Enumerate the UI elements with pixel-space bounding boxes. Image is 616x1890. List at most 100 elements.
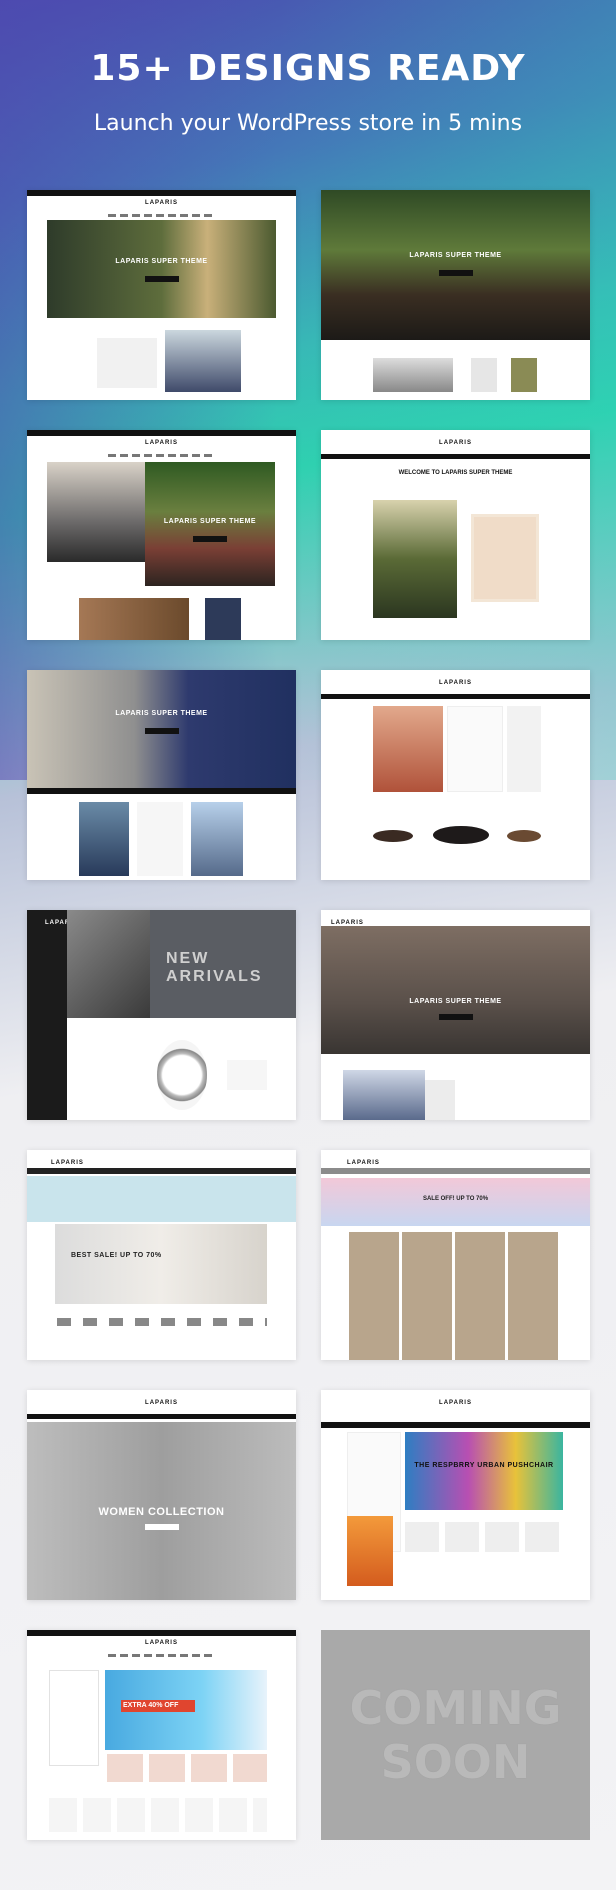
card-hero: LAPARIS SUPER THEME bbox=[27, 670, 296, 788]
design-card-1[interactable]: LAPARIS LAPARIS SUPER THEME bbox=[27, 190, 296, 400]
card-hero: BEST SALE! UP TO 70% bbox=[55, 1224, 267, 1304]
card-image bbox=[79, 802, 129, 876]
card-logo: LAPARIS bbox=[439, 1400, 472, 1406]
card-hero-text: BEST SALE! UP TO 70% bbox=[71, 1252, 162, 1259]
card-hero-text: WELCOME TO LAPARIS SUPER THEME bbox=[398, 470, 513, 476]
card-hero: LAPARIS SUPER THEME bbox=[321, 190, 590, 340]
card-image bbox=[205, 598, 241, 640]
design-card-2[interactable]: LAPARIS SUPER THEME bbox=[321, 190, 590, 400]
card-image bbox=[165, 330, 241, 392]
design-card-4[interactable]: LAPARIS WELCOME TO LAPARIS SUPER THEME bbox=[321, 430, 590, 640]
card-menu-bar bbox=[27, 788, 296, 794]
card-hero-button bbox=[144, 1524, 179, 1530]
card-promo bbox=[347, 1516, 393, 1586]
sunglasses-icon bbox=[433, 826, 489, 844]
card-image bbox=[471, 358, 497, 392]
card-hero-button bbox=[438, 270, 473, 276]
card-hero-button bbox=[144, 276, 179, 282]
card-menu bbox=[107, 454, 216, 457]
card-logo: LAPARIS bbox=[145, 440, 178, 446]
card-hero-text: NEW ARRIVALS bbox=[166, 950, 263, 985]
card-banner bbox=[27, 1176, 296, 1222]
card-hero-text: LAPARIS SUPER THEME bbox=[409, 252, 502, 259]
card-hero: LAPARIS SUPER THEME bbox=[321, 926, 590, 1054]
card-promo bbox=[97, 338, 157, 388]
card-promo bbox=[471, 514, 539, 602]
card-image bbox=[373, 706, 443, 792]
card-menu bbox=[107, 214, 216, 217]
card-topbar bbox=[27, 1168, 296, 1174]
design-card-7[interactable]: LAPARIS NEW ARRIVALS bbox=[27, 910, 296, 1120]
card-image bbox=[425, 1080, 455, 1120]
card-hero: EXTRA 40% OFF bbox=[105, 1670, 267, 1750]
card-sidebar bbox=[27, 910, 67, 1120]
card-topbar bbox=[27, 430, 296, 436]
card-hero: WOMEN COLLECTION bbox=[27, 1422, 296, 1600]
card-logo: LAPARIS bbox=[145, 1400, 178, 1406]
card-topbar bbox=[27, 1630, 296, 1636]
card-image bbox=[343, 1070, 425, 1120]
design-card-9[interactable]: LAPARIS BEST SALE! UP TO 70% bbox=[27, 1150, 296, 1360]
watch-icon bbox=[157, 1040, 207, 1110]
coming-soon-line-2: SOON bbox=[380, 1735, 531, 1789]
card-image bbox=[79, 598, 189, 640]
card-categories bbox=[137, 802, 183, 876]
page-title: 15+ DESIGNS READY bbox=[90, 48, 526, 89]
card-menu-bar bbox=[27, 1414, 296, 1419]
card-hero-text: EXTRA 40% OFF bbox=[123, 1702, 179, 1709]
design-card-11[interactable]: LAPARIS WOMEN COLLECTION bbox=[27, 1390, 296, 1600]
card-hero-button bbox=[438, 1014, 473, 1020]
card-hero-text: THE RESPBRRY URBAN PUSHCHAIR bbox=[414, 1462, 554, 1469]
design-card-12[interactable]: LAPARIS THE RESPBRRY URBAN PUSHCHAIR bbox=[321, 1390, 590, 1600]
card-logo: LAPARIS bbox=[439, 440, 472, 446]
card-image bbox=[47, 462, 157, 562]
header: 15+ DESIGNS READY Launch your WordPress … bbox=[0, 48, 616, 136]
card-hero-button bbox=[144, 728, 179, 734]
sunglasses-icon bbox=[507, 830, 541, 842]
card-menu-bar bbox=[321, 694, 590, 699]
card-menu-bar bbox=[321, 1168, 590, 1174]
card-menu-bar bbox=[321, 454, 590, 459]
coming-soon-line-1: COMING bbox=[349, 1681, 562, 1735]
card-banner: SALE OFF! UP TO 70% bbox=[321, 1178, 590, 1226]
card-hero-text: LAPARIS SUPER THEME bbox=[163, 518, 257, 525]
card-hero: THE RESPBRRY URBAN PUSHCHAIR bbox=[405, 1432, 563, 1510]
card-logo: LAPARIS bbox=[347, 1160, 380, 1166]
card-brands bbox=[57, 1318, 267, 1326]
coming-soon-card: COMING SOON bbox=[321, 1630, 590, 1840]
design-card-5[interactable]: LAPARIS SUPER THEME bbox=[27, 670, 296, 880]
card-categories bbox=[49, 1670, 99, 1766]
card-menu bbox=[107, 1654, 216, 1657]
card-hero-text: WOMEN COLLECTION bbox=[98, 1506, 225, 1518]
card-hero: LAPARIS SUPER THEME bbox=[145, 462, 275, 586]
card-products bbox=[49, 1798, 267, 1832]
card-logo: LAPARIS bbox=[145, 1640, 178, 1646]
designs-grid: LAPARIS LAPARIS SUPER THEME LAPARIS SUPE… bbox=[27, 190, 590, 1850]
card-gallery bbox=[349, 1232, 561, 1360]
sunglasses-icon bbox=[373, 830, 413, 842]
card-image bbox=[373, 500, 457, 618]
page-subtitle: Launch your WordPress store in 5 mins bbox=[93, 111, 523, 136]
card-promo bbox=[447, 706, 503, 792]
design-card-6[interactable]: LAPARIS bbox=[321, 670, 590, 880]
card-image bbox=[507, 706, 541, 792]
card-topbar bbox=[27, 190, 296, 196]
card-menu-bar bbox=[321, 1422, 590, 1428]
card-hero-text: SALE OFF! UP TO 70% bbox=[422, 1196, 489, 1202]
card-hero-text: LAPARIS SUPER THEME bbox=[115, 258, 208, 265]
card-promo bbox=[227, 1060, 267, 1090]
design-card-13[interactable]: LAPARIS EXTRA 40% OFF bbox=[27, 1630, 296, 1840]
card-image bbox=[191, 802, 243, 876]
design-card-3[interactable]: LAPARIS LAPARIS SUPER THEME bbox=[27, 430, 296, 640]
card-image bbox=[67, 910, 150, 1018]
card-image bbox=[373, 358, 453, 392]
card-hero-text: LAPARIS SUPER THEME bbox=[115, 710, 208, 717]
card-image bbox=[511, 358, 537, 392]
design-card-8[interactable]: LAPARIS LAPARIS SUPER THEME bbox=[321, 910, 590, 1120]
card-hero: NEW ARRIVALS bbox=[150, 910, 296, 1018]
card-hero-text: LAPARIS SUPER THEME bbox=[409, 998, 502, 1005]
design-card-10[interactable]: LAPARIS SALE OFF! UP TO 70% bbox=[321, 1150, 590, 1360]
card-hero: LAPARIS SUPER THEME bbox=[47, 220, 276, 318]
card-products bbox=[405, 1522, 563, 1552]
card-logo: LAPARIS bbox=[145, 200, 178, 206]
